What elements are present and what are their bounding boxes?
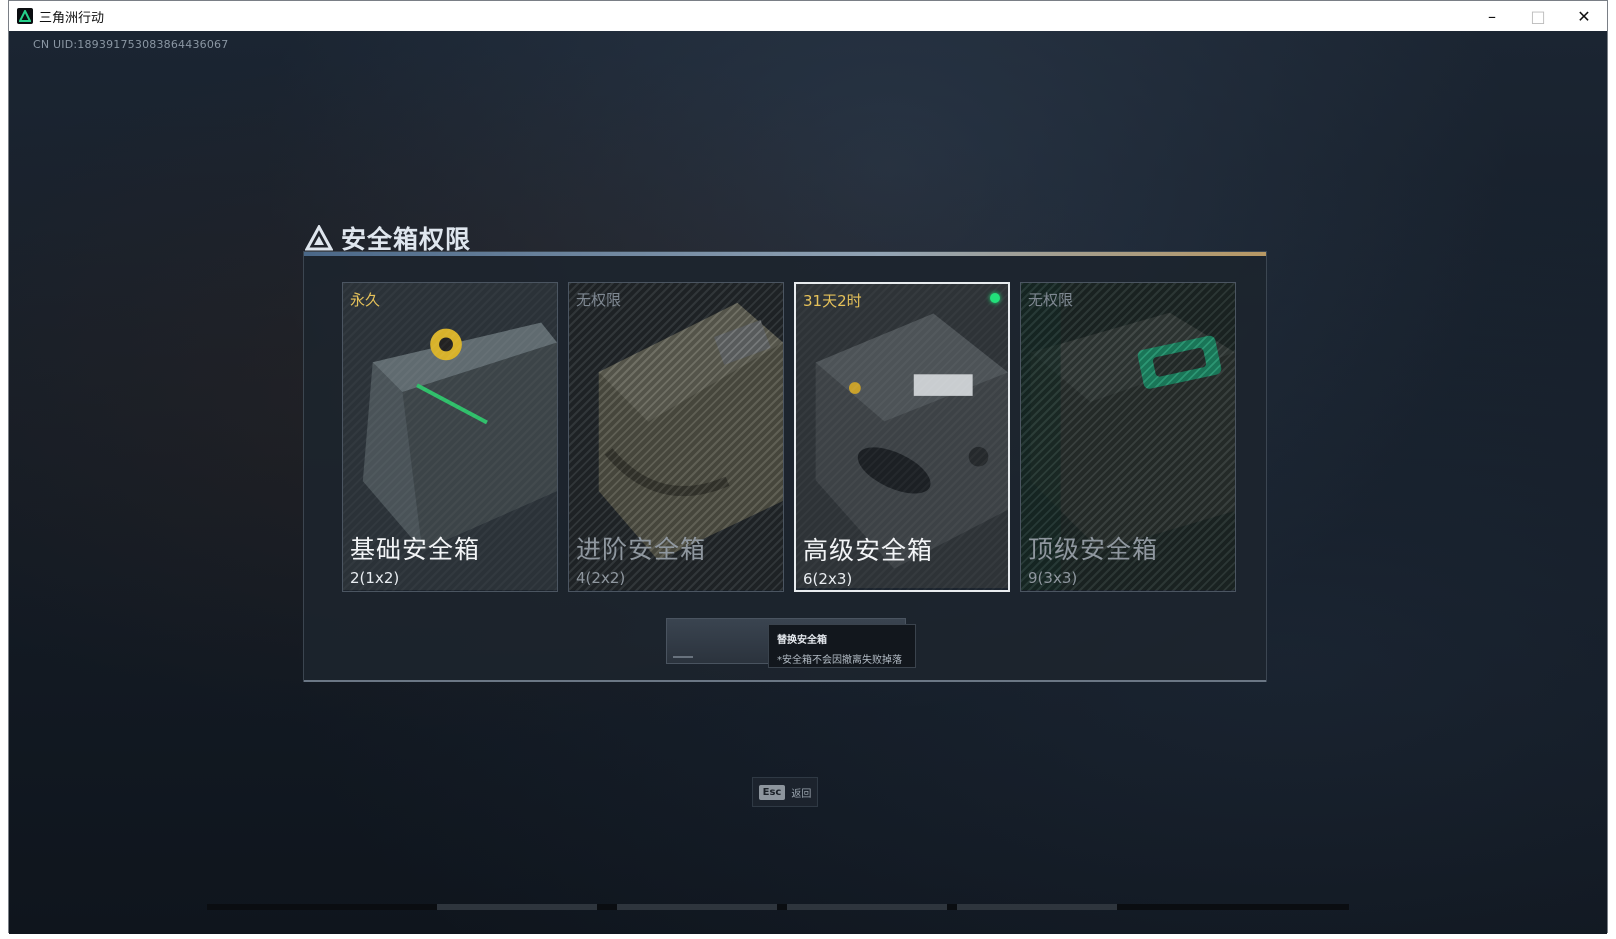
- game-window: 三角洲行动 – □ ✕ CN UID:189391753083864436067…: [8, 0, 1608, 934]
- title-bar: 三角洲行动 – □ ✕: [9, 1, 1607, 31]
- card-name: 顶级安全箱: [1028, 535, 1159, 564]
- esc-back-button[interactable]: Esc 返回: [752, 777, 818, 807]
- panel-bottom-line: [304, 680, 1266, 682]
- equipped-indicator-icon: [990, 293, 1000, 303]
- button-progress-bar: [673, 656, 693, 658]
- card-status: 无权限: [576, 291, 622, 309]
- card-name: 高级安全箱: [803, 536, 934, 565]
- safebox-panel: 永久 基础安全箱 2(1x2) 无权限 进阶安全箱 4(2x2) 31天2时 高…: [303, 251, 1267, 682]
- safebox-card-advanced[interactable]: 无权限 进阶安全箱 4(2x2): [568, 282, 784, 592]
- card-capacity: 9(3x3): [1028, 569, 1078, 587]
- tooltip-note: *安全箱不会因撤离失败掉落: [777, 655, 902, 666]
- card-capacity: 6(2x3): [803, 570, 853, 588]
- maximize-button[interactable]: □: [1515, 1, 1561, 31]
- replace-tooltip: 替换安全箱 *安全箱不会因撤离失败掉落: [768, 624, 916, 668]
- game-viewport: CN UID:189391753083864436067 安全箱权限 永久 基础…: [9, 31, 1607, 934]
- esc-label: 返回: [791, 788, 812, 800]
- safebox-card-basic[interactable]: 永久 基础安全箱 2(1x2): [342, 282, 558, 592]
- tooltip-title: 替换安全箱: [777, 635, 827, 646]
- bottom-tab: [787, 904, 947, 910]
- safebox-card-premium[interactable]: 31天2时 高级安全箱 6(2x3): [794, 282, 1010, 592]
- bottom-tab: [437, 904, 597, 910]
- card-status: 无权限: [1028, 291, 1074, 309]
- window-title: 三角洲行动: [39, 10, 105, 26]
- esc-key-icon: Esc: [758, 784, 786, 800]
- uid-label: CN UID:189391753083864436067: [33, 38, 229, 51]
- card-capacity: 2(1x2): [350, 569, 400, 587]
- safebox-card-top[interactable]: 无权限 顶级安全箱 9(3x3): [1020, 282, 1236, 592]
- window-controls: – □ ✕: [1469, 1, 1607, 31]
- bottom-tab: [617, 904, 777, 910]
- close-button[interactable]: ✕: [1561, 1, 1607, 31]
- app-logo-icon: [17, 8, 33, 24]
- panel-accent-line: [304, 252, 1266, 256]
- card-name: 基础安全箱: [350, 535, 481, 564]
- delta-logo-icon: [305, 225, 333, 251]
- card-status: 31天2时: [803, 292, 862, 310]
- card-status: 永久: [350, 291, 381, 309]
- bottom-tab: [957, 904, 1117, 910]
- card-capacity: 4(2x2): [576, 569, 626, 587]
- card-name: 进阶安全箱: [576, 535, 707, 564]
- bottom-tab-strip: [207, 904, 1349, 910]
- minimize-button[interactable]: –: [1469, 1, 1515, 31]
